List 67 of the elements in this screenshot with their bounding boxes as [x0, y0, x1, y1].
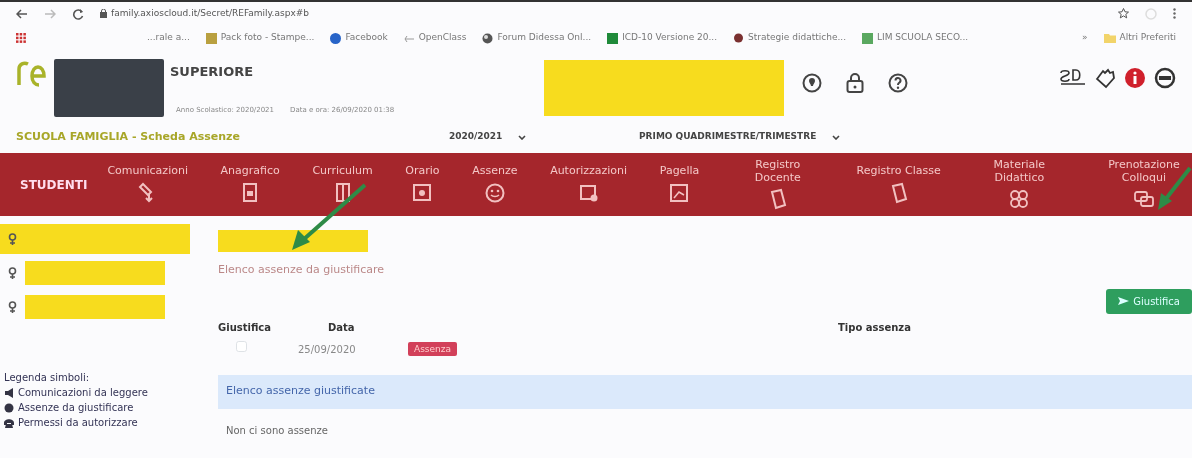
column-header: Data — [327, 320, 356, 335]
nav-brand: STUDENTI — [19, 176, 89, 194]
info-icon[interactable] — [1124, 67, 1146, 89]
nav-item[interactable]: Pagella — [657, 165, 702, 204]
lightbulb-icon[interactable] — [802, 73, 823, 93]
reload-icon[interactable] — [72, 7, 84, 20]
folder-icon — [1103, 33, 1116, 43]
legend-item: Comunicazioni da leggere — [18, 386, 148, 400]
female-icon — [8, 301, 17, 313]
bookmark-link[interactable]: Forum Didessa Onl... — [497, 31, 592, 45]
help-icon[interactable] — [888, 73, 909, 93]
column-header: Giustifica — [218, 320, 272, 335]
url-field[interactable]: family.axioscloud.it/Secret/REFamily.aspx#b — [111, 6, 309, 21]
bookmark-link[interactable]: OpenClass — [418, 31, 467, 45]
globe-icon — [482, 32, 494, 44]
legend-title: Legenda simboli: — [4, 371, 91, 385]
justify-button[interactable]: Giustifica — [1106, 288, 1192, 314]
bookmark-link[interactable]: ICD-10 Versione 20... — [622, 31, 718, 45]
nav-item[interactable]: Curriculum — [310, 165, 375, 204]
nav-item[interactable]: Registro Docente — [729, 159, 826, 210]
nav-item[interactable]: Anagrafico — [218, 165, 282, 204]
chevron-icon — [518, 134, 527, 140]
page-title: SCUOLA FAMIGLIA - Scheda Assenze — [16, 128, 241, 145]
bookmark-link[interactable]: ...rale a... — [147, 31, 190, 45]
menu-icon[interactable] — [1173, 8, 1176, 19]
bookmark-folder[interactable]: Altri Preferiti — [1119, 31, 1176, 45]
facebook-icon — [330, 32, 342, 44]
smiley-icon — [483, 181, 506, 204]
nav-item[interactable]: Assenze — [470, 165, 520, 204]
legend-item: Permessi da autorizzare — [18, 416, 138, 430]
lock-icon[interactable] — [846, 73, 865, 93]
back-icon[interactable] — [16, 8, 28, 19]
megaphone-icon — [4, 387, 14, 398]
year-dropdown[interactable]: 2020/2021 — [448, 129, 638, 145]
bookmark-link[interactable]: Pack foto - Stampe... — [220, 31, 315, 45]
more-bookmarks-button[interactable]: » — [1082, 31, 1088, 45]
chevron-icon — [832, 134, 841, 140]
female-icon — [8, 233, 17, 245]
period-dropdown[interactable]: PRIMO QUADRIMESTRE/TRIMESTRE — [638, 129, 898, 145]
section-header: Elenco assenze giustificate — [218, 374, 1192, 409]
bookmark-link[interactable]: Facebook — [345, 31, 388, 45]
send-icon — [1118, 297, 1130, 305]
empty-message: Non ci sono assenze — [225, 423, 329, 438]
hand-icon[interactable] — [1094, 67, 1116, 89]
school-name: SUPERIORE — [170, 63, 254, 82]
star-icon[interactable] — [1118, 8, 1129, 19]
checkbox[interactable] — [236, 341, 247, 353]
apps-icon[interactable] — [16, 33, 26, 43]
section-title: Elenco assenze da giustificare — [218, 262, 386, 278]
lock-icon — [100, 9, 107, 18]
nav-item[interactable]: Orario — [403, 165, 442, 204]
nav-item[interactable]: Comunicazioni — [105, 165, 190, 204]
nav-item[interactable]: Prenotazione Colloqui — [1095, 159, 1192, 210]
table-cell-text: 25/09/2020 — [298, 343, 357, 357]
nav-item[interactable]: Registro Classe — [854, 165, 943, 204]
bookmark-link[interactable]: Strategie didattiche... — [748, 31, 846, 45]
nav-item[interactable]: Autorizzazioni — [548, 165, 630, 204]
circle-icon — [4, 402, 14, 413]
nav-item[interactable]: Materiale Didattico — [971, 159, 1068, 210]
column-header: Tipo assenza — [837, 320, 912, 335]
legend-item: Assenze da giustificare — [18, 401, 134, 415]
absence-tag: Assenza — [408, 342, 457, 357]
bookmark-link[interactable]: LIM SCUOLA SECO... — [877, 31, 969, 45]
report-icon — [668, 181, 691, 204]
phone-icon — [4, 417, 14, 428]
female-icon — [8, 267, 17, 279]
flower-icon — [1008, 187, 1031, 210]
